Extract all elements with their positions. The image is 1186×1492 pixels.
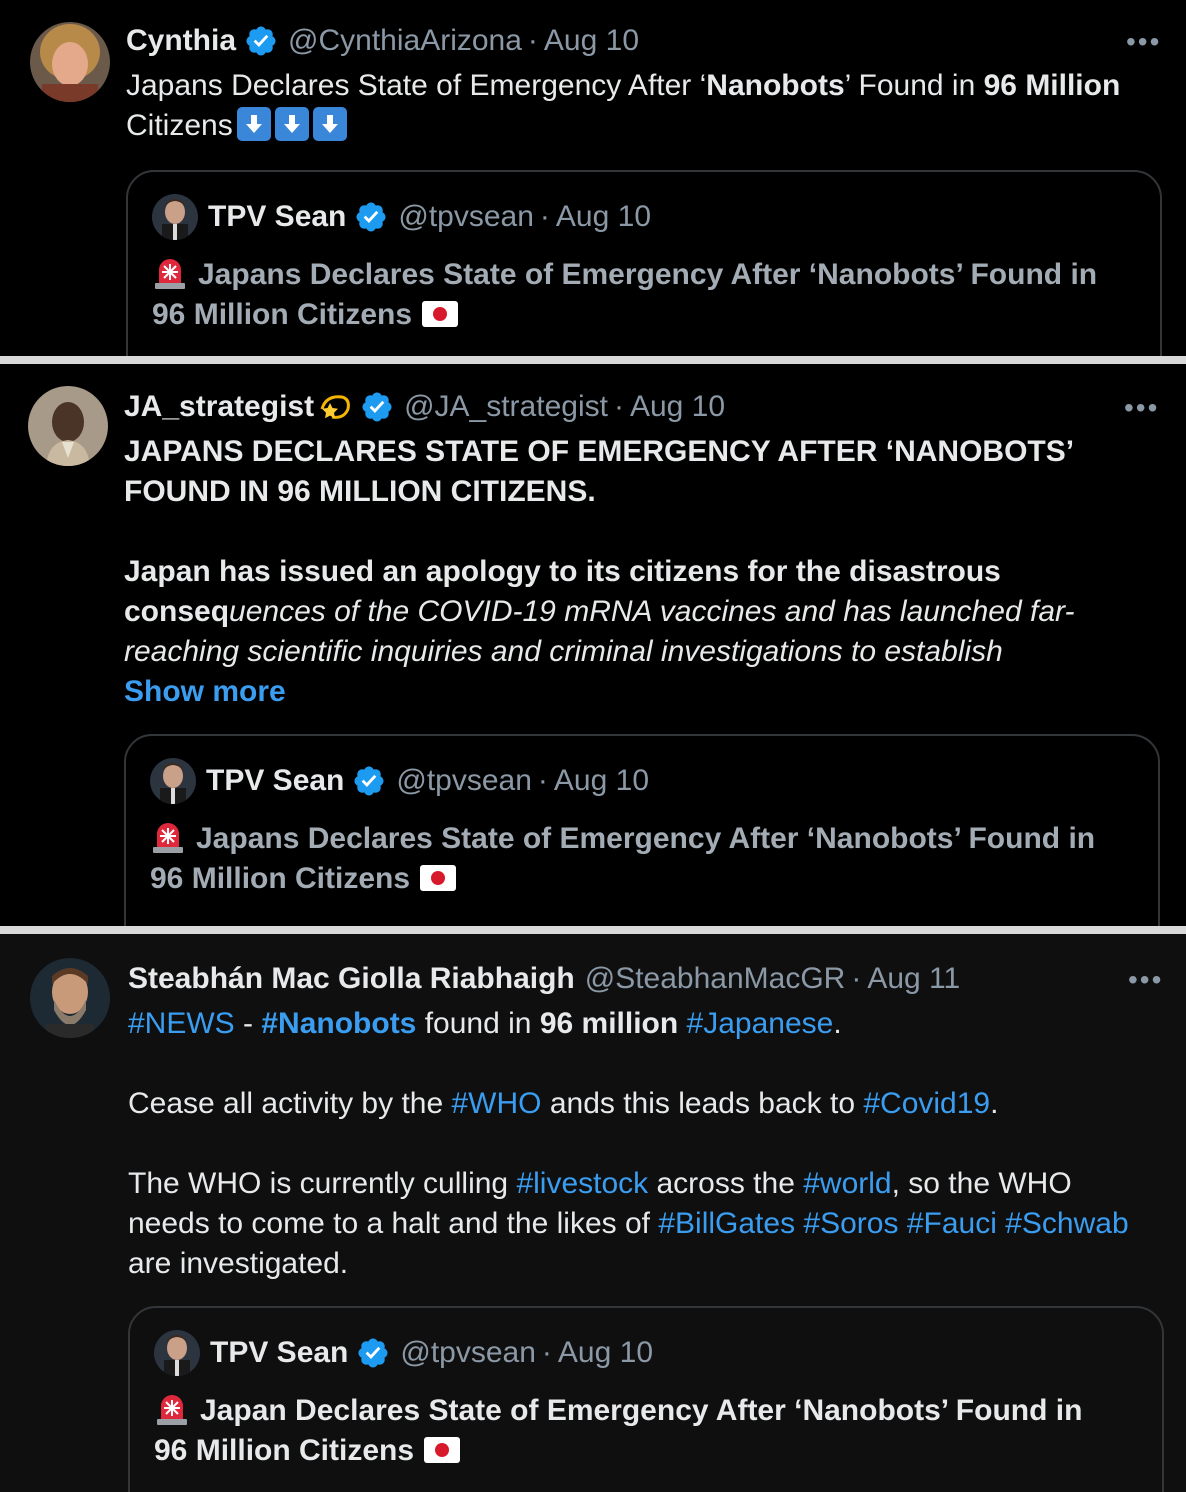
siren-icon [154, 1390, 190, 1426]
separator-dot: · [537, 764, 548, 797]
avatar[interactable] [154, 1330, 200, 1376]
quoted-text: Japans Declares State of Emergency After… [150, 818, 1095, 899]
timestamp[interactable]: Aug 10 [630, 388, 725, 426]
tweet-steabhan[interactable]: Steabhán Mac Giolla Riabhaigh @SteabhanM… [0, 934, 1186, 1492]
separator-dot: · [541, 1336, 552, 1369]
siren-icon [152, 254, 188, 290]
timestamp[interactable]: Aug 10 [556, 198, 651, 236]
hashtag-link[interactable]: #world [803, 1167, 891, 1200]
timestamp[interactable]: Aug 10 [544, 22, 639, 60]
avatar[interactable] [152, 194, 198, 240]
avatar[interactable] [30, 958, 110, 1038]
quoted-tweet[interactable]: TPV Sean @tpvsean · Aug 10 Japans Declar… [126, 170, 1162, 356]
hashtag-link[interactable]: #NEWS [128, 1007, 235, 1040]
tweet-text: JAPANS DECLARES STATE OF EMERGENCY AFTER… [124, 432, 1074, 712]
hashtag-link[interactable]: #BillGates [658, 1207, 795, 1240]
avatar[interactable] [30, 22, 110, 102]
display-name[interactable]: TPV Sean [206, 762, 344, 800]
tweet-text: Japans Declares State of Emergency After… [126, 69, 1121, 142]
verified-badge-icon [356, 1336, 390, 1370]
divider [0, 356, 1186, 364]
hashtag-link[interactable]: #WHO [451, 1087, 541, 1120]
down-arrow-icon [274, 107, 309, 141]
timestamp[interactable]: Aug 10 [554, 762, 649, 800]
hashtag-link[interactable]: #Covid19 [863, 1087, 990, 1120]
separator-dot: · [539, 200, 550, 233]
handle[interactable]: @CynthiaArizona [288, 22, 522, 60]
verified-badge-icon [360, 390, 394, 424]
quoted-tweet[interactable]: TPV Sean @tpvsean · Aug 10 Japans Declar… [124, 734, 1160, 926]
hashtag-link[interactable]: #Nanobots [261, 1007, 416, 1040]
timestamp[interactable]: Aug 10 [558, 1334, 653, 1372]
handle[interactable]: @tpvsean [396, 762, 532, 800]
down-arrow-icon [312, 107, 347, 141]
more-options-icon[interactable]: ••• [1128, 964, 1163, 996]
quoted-tweet[interactable]: TPV Sean @tpvsean · Aug 10 Japan Declare… [128, 1306, 1164, 1492]
down-arrow-icon [236, 107, 271, 141]
verified-badge-icon [354, 200, 388, 234]
display-name[interactable]: TPV Sean [210, 1334, 348, 1372]
handle[interactable]: @JA_strategist [404, 388, 608, 426]
more-options-icon[interactable]: ••• [1124, 392, 1159, 424]
separator-dot: · [527, 24, 538, 57]
separator-dot: · [851, 962, 862, 995]
verified-badge-icon [244, 24, 278, 58]
hashtag-link[interactable]: #livestock [516, 1167, 648, 1200]
quoted-text: Japan Declares State of Emergency After … [154, 1390, 1082, 1471]
divider [0, 926, 1186, 934]
display-name[interactable]: Cynthia [126, 22, 236, 60]
tweet-ja-strategist[interactable]: JA_strategist @JA_strategist · Aug 10 ••… [0, 364, 1186, 926]
hashtag-link[interactable]: #Japanese [687, 1007, 834, 1040]
handle[interactable]: @tpvsean [398, 198, 534, 236]
separator-dot: · [613, 390, 624, 423]
quoted-text: Japans Declares State of Emergency After… [152, 254, 1097, 335]
hashtag-link[interactable]: #Schwab [1005, 1207, 1128, 1240]
tweet-text: #NEWS - #Nanobots found in 96 million #J… [128, 1007, 1129, 1280]
handle[interactable]: @tpvsean [400, 1334, 536, 1372]
japan-flag-icon [420, 865, 457, 891]
siren-icon [150, 818, 186, 854]
timestamp[interactable]: Aug 11 [867, 960, 960, 998]
avatar[interactable] [150, 758, 196, 804]
japan-flag-icon [424, 1437, 461, 1463]
more-options-icon[interactable]: ••• [1126, 26, 1161, 58]
hashtag-link[interactable]: #Fauci [907, 1207, 997, 1240]
verified-badge-icon [352, 764, 386, 798]
display-name[interactable]: TPV Sean [208, 198, 346, 236]
display-name[interactable]: JA_strategist [124, 388, 314, 426]
dizzy-star-icon [316, 389, 352, 425]
display-name[interactable]: Steabhán Mac Giolla Riabhaigh [128, 960, 575, 998]
avatar[interactable] [28, 386, 108, 466]
show-more-link[interactable]: Show more [124, 672, 1074, 712]
japan-flag-icon [422, 301, 459, 327]
handle[interactable]: @SteabhanMacGR [585, 960, 846, 998]
hashtag-link[interactable]: #Soros [803, 1207, 898, 1240]
tweet-cynthia[interactable]: Cynthia @CynthiaArizona · Aug 10 ••• Jap… [0, 0, 1186, 356]
